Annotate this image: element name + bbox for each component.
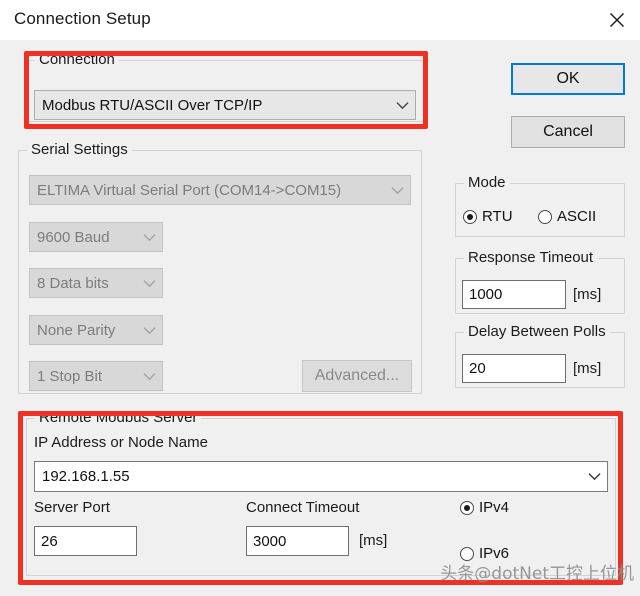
connection-type-value: Modbus RTU/ASCII Over TCP/IP <box>42 96 263 114</box>
chevron-down-icon <box>136 372 162 381</box>
connect-timeout-input[interactable]: 3000 <box>246 526 349 556</box>
server-port-input[interactable]: 26 <box>34 526 137 556</box>
mode-radio-rtu-label: RTU <box>482 208 513 225</box>
remote-modbus-server-group-label: Remote Modbus Server <box>35 409 202 426</box>
watermark-text: 头条@dotNet工控上位机 <box>440 564 634 584</box>
response-timeout-input[interactable]: 1000 <box>462 280 566 309</box>
delay-between-polls-unit: [ms] <box>573 360 602 377</box>
cancel-button[interactable]: Cancel <box>511 116 625 148</box>
window-title: Connection Setup <box>14 9 151 28</box>
close-button[interactable] <box>594 0 640 40</box>
connect-timeout-label: Connect Timeout <box>246 499 360 516</box>
dialog-client-area: Connection Modbus RTU/ASCII Over TCP/IP … <box>0 40 640 596</box>
serial-port-value: ELTIMA Virtual Serial Port (COM14->COM15… <box>37 181 342 199</box>
window-titlebar: Connection Setup <box>0 0 640 40</box>
radio-dot-icon <box>460 500 474 515</box>
stop-bits-value: 1 Stop Bit <box>37 367 103 385</box>
radio-dot-icon <box>463 209 477 224</box>
ip-address-label: IP Address or Node Name <box>34 434 208 451</box>
baud-rate-value: 9600 Baud <box>37 228 110 246</box>
ip-address-value: 192.168.1.55 <box>42 468 130 485</box>
stop-bits-combobox[interactable]: 1 Stop Bit <box>29 361 163 391</box>
radio-dot-icon <box>538 209 552 224</box>
delay-between-polls-group-label: Delay Between Polls <box>464 323 610 340</box>
mode-group-label: Mode <box>464 174 510 191</box>
chevron-down-icon <box>389 101 415 110</box>
connection-group-label: Connection <box>35 51 119 68</box>
chevron-down-icon <box>384 186 410 195</box>
chevron-down-icon <box>136 326 162 335</box>
connection-type-combobox[interactable]: Modbus RTU/ASCII Over TCP/IP <box>34 90 416 120</box>
response-timeout-value: 1000 <box>469 286 503 303</box>
connect-timeout-value: 3000 <box>253 532 287 550</box>
server-port-label: Server Port <box>34 499 110 516</box>
parity-combobox[interactable]: None Parity <box>29 315 163 345</box>
server-port-value: 26 <box>41 532 58 550</box>
data-bits-combobox[interactable]: 8 Data bits <box>29 268 163 298</box>
mode-radio-rtu[interactable]: RTU <box>463 208 513 225</box>
connect-timeout-unit: [ms] <box>359 532 388 549</box>
delay-between-polls-input[interactable]: 20 <box>462 354 566 383</box>
ip-version-radio-ipv4-label: IPv4 <box>479 499 510 516</box>
chevron-down-icon <box>136 279 162 288</box>
baud-rate-combobox[interactable]: 9600 Baud <box>29 222 163 252</box>
ok-button[interactable]: OK <box>511 63 625 95</box>
mode-radio-ascii[interactable]: ASCII <box>538 208 596 225</box>
serial-settings-group-label: Serial Settings <box>27 141 132 158</box>
data-bits-value: 8 Data bits <box>37 274 109 292</box>
mode-radio-ascii-label: ASCII <box>557 208 597 225</box>
response-timeout-unit: [ms] <box>573 286 602 303</box>
close-icon <box>609 12 625 28</box>
parity-value: None Parity <box>37 321 116 339</box>
response-timeout-group-label: Response Timeout <box>464 249 598 266</box>
ip-version-radio-ipv4[interactable]: IPv4 <box>460 499 509 516</box>
delay-between-polls-value: 20 <box>469 360 486 377</box>
serial-port-combobox[interactable]: ELTIMA Virtual Serial Port (COM14->COM15… <box>29 175 411 205</box>
chevron-down-icon <box>581 472 607 481</box>
advanced-button[interactable]: Advanced... <box>302 360 412 392</box>
chevron-down-icon <box>136 233 162 242</box>
ip-address-combobox[interactable]: 192.168.1.55 <box>34 461 608 492</box>
